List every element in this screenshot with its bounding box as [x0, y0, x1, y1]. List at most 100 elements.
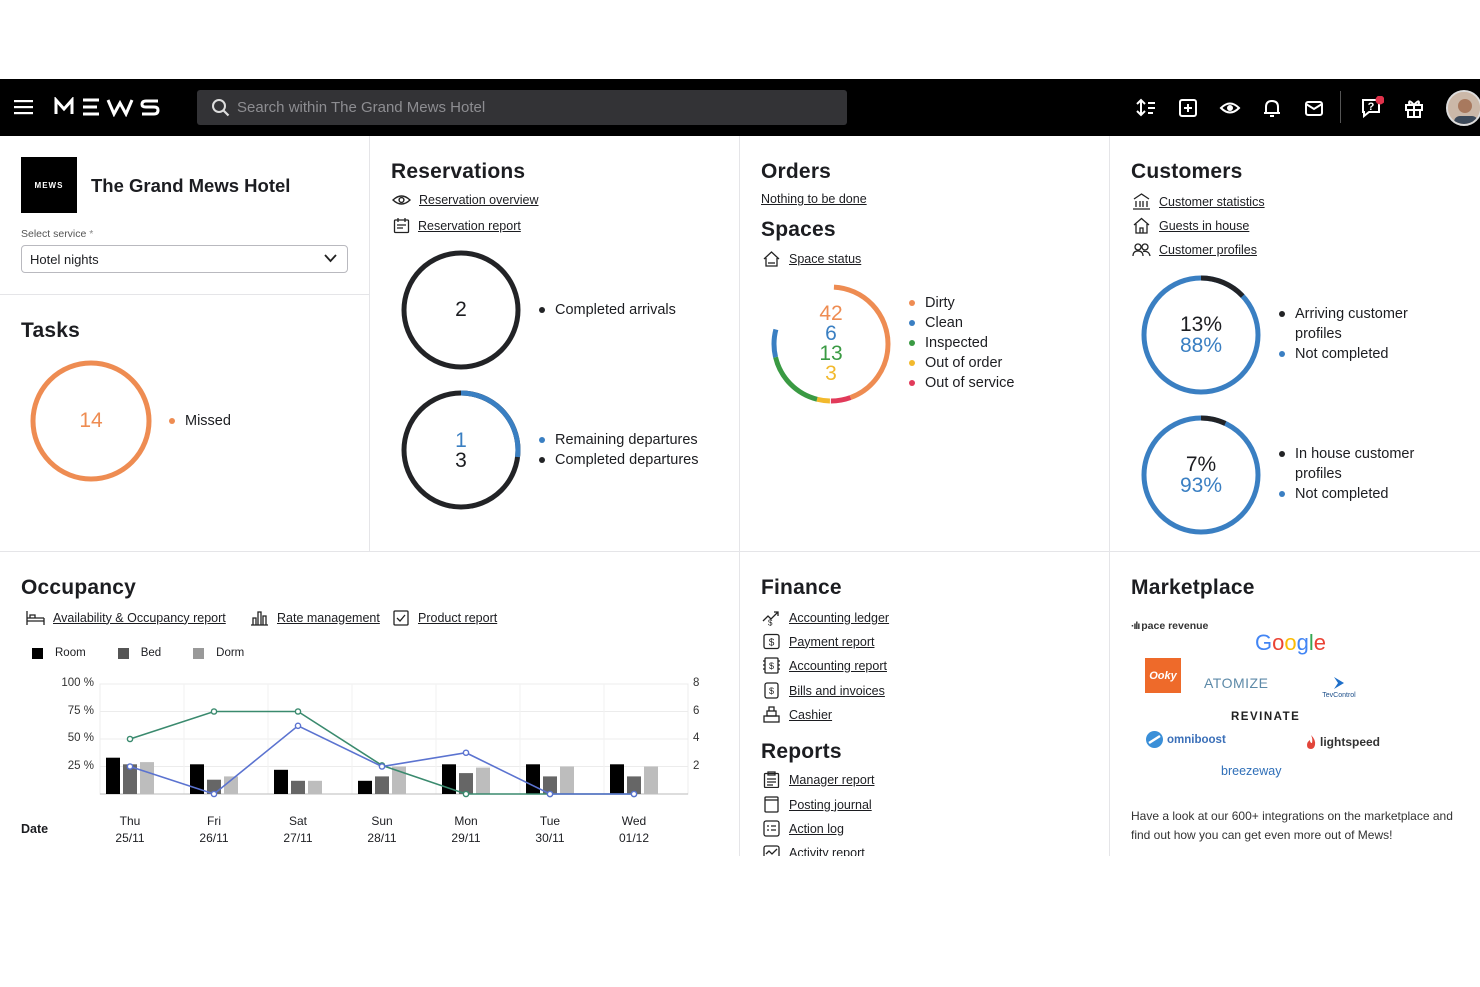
- action-log-link[interactable]: Action log: [762, 820, 844, 837]
- accounting-icon: $: [763, 657, 780, 674]
- arrivals-count: 2: [455, 298, 467, 321]
- property-name: The Grand Mews Hotel: [91, 175, 291, 196]
- legend-label: Bed: [140, 647, 162, 659]
- link-label: Product report: [418, 610, 498, 625]
- legend-label: Remaining departures: [555, 432, 698, 448]
- link-label: Accounting ledger: [789, 610, 890, 625]
- partner-omniboost[interactable]: omniboost: [1145, 730, 1226, 749]
- legend-label: Not completed: [1295, 486, 1389, 502]
- link-label: Availability & Occupancy report: [53, 610, 226, 625]
- departures-legend: Remaining departures Completed departure…: [539, 430, 698, 470]
- line-point: [546, 790, 554, 798]
- divider: [369, 136, 370, 552]
- legend-item-room[interactable]: Room: [32, 647, 86, 659]
- chevron-down-icon: [324, 254, 337, 263]
- product-report-link[interactable]: Product report: [392, 609, 497, 626]
- svg-text:$: $: [769, 686, 774, 696]
- partner-pace-revenue[interactable]: ·ılı pace revenue: [1131, 620, 1208, 632]
- bar-room: [274, 769, 288, 794]
- legend-dot: [909, 300, 915, 306]
- guests-in-house-link[interactable]: Guests in house: [1132, 217, 1249, 234]
- property-logo: MEWS: [21, 157, 77, 213]
- x-tick-line: 29/11: [451, 831, 481, 845]
- legend-label: In house customer profiles: [1295, 446, 1415, 482]
- bed-icon: [26, 611, 45, 625]
- legend-label: Arriving customer profiles: [1295, 306, 1408, 342]
- service-label: Select service *: [21, 228, 93, 240]
- legend-label: Out of order: [925, 355, 1003, 371]
- journal-icon: [764, 796, 779, 813]
- bar-bed: [291, 780, 305, 794]
- help-icon[interactable]: ?: [1360, 96, 1384, 120]
- legend-item-dorm[interactable]: Dorm: [193, 647, 244, 659]
- legend-swatch: [32, 647, 43, 659]
- link-label: Action log: [789, 821, 844, 836]
- eye-icon[interactable]: [1218, 96, 1242, 120]
- partner-tevcontrol[interactable]: TevControl: [1318, 676, 1360, 699]
- tevcontrol-logo-icon: [1334, 677, 1344, 689]
- legend-swatch: [117, 647, 129, 659]
- menu-icon[interactable]: [14, 98, 34, 116]
- customer-profiles-link[interactable]: Customer profiles: [1132, 241, 1257, 258]
- manager-report-link[interactable]: Manager report: [762, 771, 874, 788]
- partner-revinate[interactable]: REVINATE: [1231, 711, 1300, 723]
- mews-logo[interactable]: [54, 97, 170, 117]
- search-bar[interactable]: [197, 90, 847, 125]
- partner-lightspeed[interactable]: lightspeed: [1305, 734, 1380, 750]
- x-tick-label: Fri 26/11: [184, 813, 244, 847]
- avatar[interactable]: [1446, 90, 1480, 126]
- partner-atomize[interactable]: ATOMIZE: [1204, 675, 1268, 691]
- bar-dorm: [644, 766, 658, 794]
- legend-item-bed[interactable]: Bed: [117, 647, 162, 659]
- add-icon[interactable]: [1176, 96, 1200, 120]
- right-tick-label: 6: [693, 704, 700, 717]
- mail-icon[interactable]: [1302, 96, 1326, 120]
- gift-icon[interactable]: [1402, 96, 1426, 120]
- link-label: Accounting report: [789, 658, 887, 673]
- posting-journal-link[interactable]: Posting journal: [762, 796, 872, 813]
- activity-report-link[interactable]: Activity report: [762, 844, 865, 856]
- x-tick-label: Wed 01/12: [604, 813, 664, 847]
- omniboost-logo-icon: [1146, 731, 1163, 748]
- legend-dot: [909, 340, 915, 346]
- manager-report-icon: [763, 771, 780, 788]
- partner-label: omniboost: [1167, 733, 1226, 746]
- right-tick-label: 2: [693, 759, 700, 772]
- reservation-overview-link[interactable]: Reservation overview: [392, 193, 539, 207]
- line-point: [378, 763, 386, 770]
- legend-dot: [539, 307, 545, 313]
- reservation-report-link[interactable]: Reservation report: [393, 217, 521, 234]
- payment-report-link[interactable]: $ Payment report: [762, 633, 874, 650]
- bell-icon[interactable]: [1260, 96, 1284, 120]
- finance-title: Finance: [761, 576, 842, 599]
- accounting-report-link[interactable]: $ Accounting report: [762, 657, 887, 674]
- occupancy-title: Occupancy: [21, 576, 137, 599]
- google-logo-text: Google: [1255, 630, 1326, 655]
- service-select[interactable]: Hotel nights: [21, 245, 348, 273]
- x-tick-line: Mon: [454, 814, 478, 828]
- svg-text:?: ?: [1368, 101, 1375, 113]
- cashier-link[interactable]: Cashier: [762, 706, 832, 723]
- legend-dot: [1279, 451, 1285, 457]
- ledger-icon: $: [762, 611, 779, 626]
- right-tick-label: 8: [693, 677, 700, 689]
- spaces-out-of-order-count: 3: [825, 362, 837, 385]
- x-tick-label: Tue 30/11: [520, 813, 580, 847]
- availability-occupancy-link[interactable]: Availability & Occupancy report: [26, 609, 226, 626]
- bar-chart-icon: [251, 611, 268, 626]
- required-mark: *: [89, 228, 94, 240]
- search-input[interactable]: [237, 90, 837, 125]
- link-label: Rate management: [277, 610, 380, 625]
- orders-link[interactable]: Nothing to be done: [761, 192, 867, 206]
- bills-and-invoices-link[interactable]: $ Bills and invoices: [762, 682, 885, 699]
- space-status-link[interactable]: Space status: [762, 250, 861, 267]
- partner-ooky[interactable]: Ooky: [1145, 658, 1181, 693]
- sort-icon[interactable]: [1134, 96, 1158, 120]
- accounting-ledger-link[interactable]: $ Accounting ledger: [762, 609, 889, 626]
- rate-management-link[interactable]: Rate management: [250, 609, 380, 626]
- partner-google[interactable]: Google: [1255, 630, 1326, 656]
- divider: [739, 136, 740, 856]
- partner-breezeway[interactable]: breezeway: [1221, 764, 1281, 778]
- customer-statistics-link[interactable]: Customer statistics: [1132, 193, 1265, 210]
- bar-bed: [375, 776, 389, 794]
